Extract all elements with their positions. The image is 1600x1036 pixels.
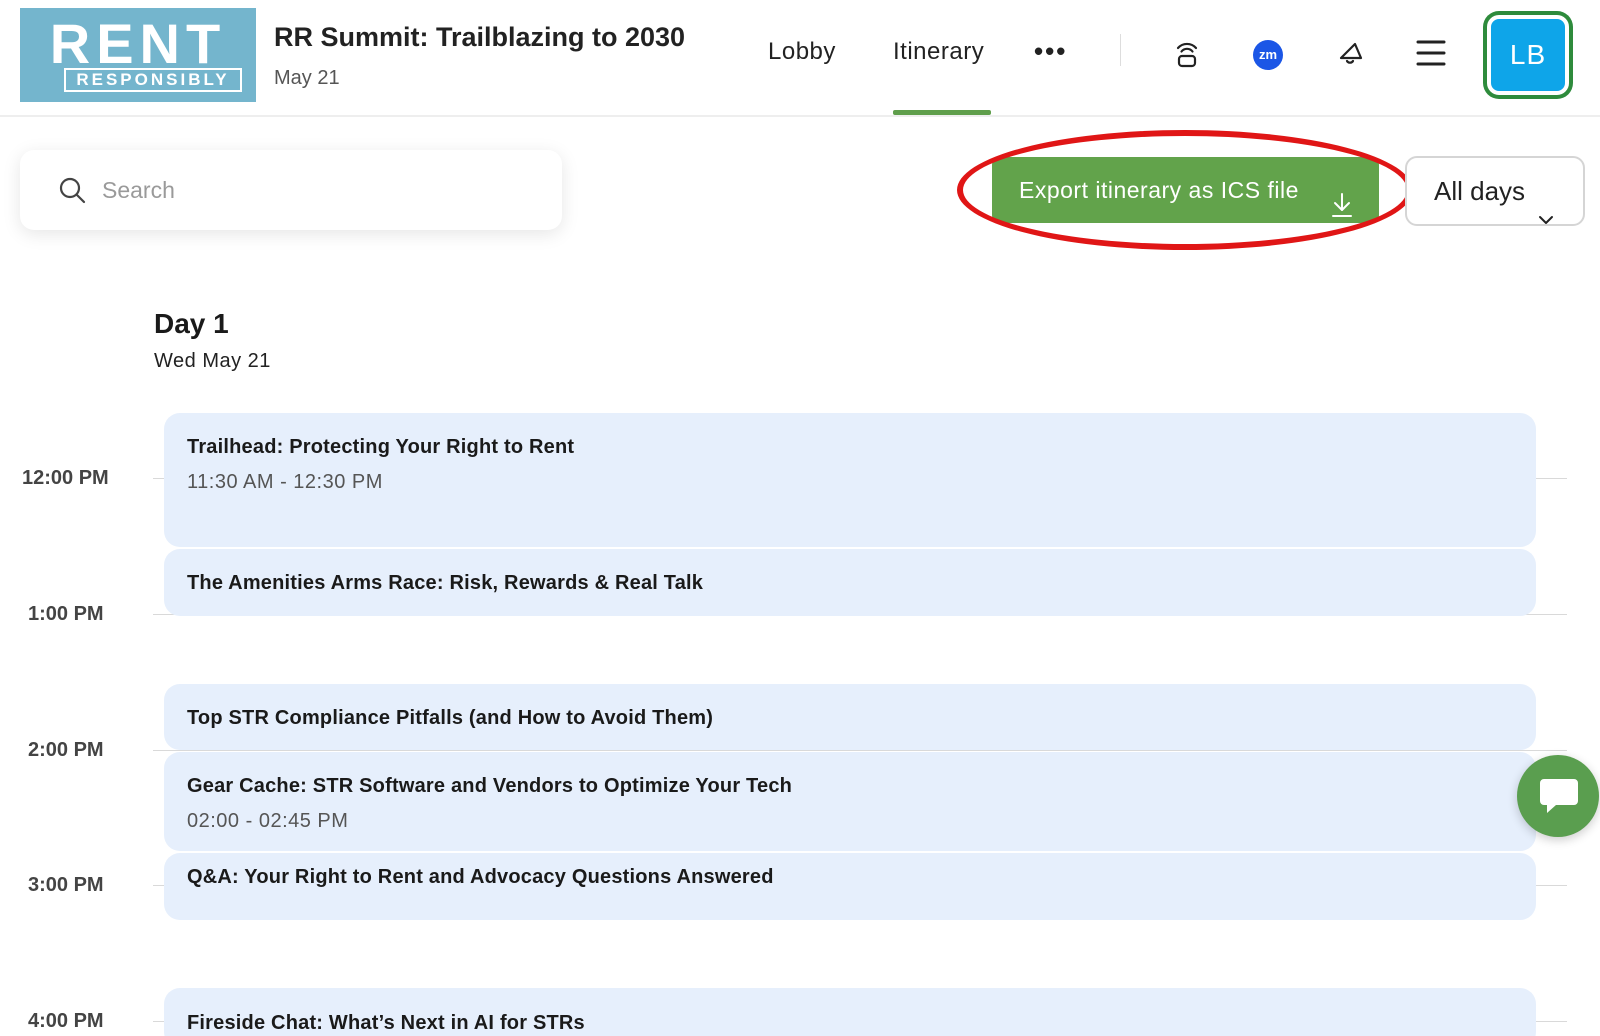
announcement-icon[interactable]	[1334, 36, 1368, 70]
days-filter-dropdown[interactable]: All days	[1405, 156, 1585, 226]
chevron-down-icon	[1537, 184, 1555, 224]
app-header: RENT RESPONSIBLY RR Summit: Trailblazing…	[0, 0, 1600, 117]
session-card[interactable]: Gear Cache: STR Software and Vendors to …	[164, 752, 1536, 851]
hour-label: 4:00 PM	[28, 1010, 104, 1032]
hour-label: 12:00 PM	[22, 467, 109, 489]
session-card[interactable]: Q&A: Your Right to Rent and Advocacy Que…	[164, 853, 1536, 920]
user-avatar[interactable]: LB	[1487, 15, 1569, 95]
hour-gridline	[153, 750, 1567, 751]
session-card[interactable]: Trailhead: Protecting Your Right to Rent…	[164, 413, 1536, 547]
chat-bubble-icon	[1538, 775, 1580, 817]
more-tabs-button[interactable]: •••	[1034, 36, 1067, 67]
export-ics-button[interactable]: Export itinerary as ICS file	[992, 157, 1379, 223]
day-date: Wed May 21	[154, 350, 271, 372]
event-date: May 21	[274, 67, 340, 89]
event-title: RR Summit: Trailblazing to 2030	[274, 22, 686, 52]
logo-text-rent: RENT	[49, 12, 227, 75]
header-divider	[1120, 34, 1121, 66]
session-title: Q&A: Your Right to Rent and Advocacy Que…	[187, 866, 774, 888]
day-title: Day 1	[154, 308, 229, 339]
chat-button[interactable]	[1517, 755, 1599, 837]
search-input[interactable]	[102, 172, 522, 208]
hour-label: 3:00 PM	[28, 874, 104, 896]
download-icon	[1330, 177, 1354, 217]
session-title: Fireside Chat: What’s Next in AI for STR…	[187, 1012, 585, 1034]
active-tab-indicator	[893, 110, 991, 115]
session-title: Gear Cache: STR Software and Vendors to …	[187, 775, 793, 797]
session-time: 11:30 AM - 12:30 PM	[187, 471, 383, 493]
hour-label: 2:00 PM	[28, 739, 104, 761]
stream-icon[interactable]	[1170, 36, 1204, 70]
session-card[interactable]: The Amenities Arms Race: Risk, Rewards &…	[164, 549, 1536, 616]
rent-responsibly-logo[interactable]: RENT RESPONSIBLY	[20, 8, 256, 102]
menu-icon[interactable]	[1414, 36, 1448, 70]
session-title: The Amenities Arms Race: Risk, Rewards &…	[187, 572, 704, 594]
session-card[interactable]: Top STR Compliance Pitfalls (and How to …	[164, 684, 1536, 750]
days-filter-value: All days	[1434, 176, 1526, 206]
session-card[interactable]: Fireside Chat: What’s Next in AI for STR…	[164, 988, 1536, 1036]
session-title: Trailhead: Protecting Your Right to Rent	[187, 436, 575, 458]
logo-text-responsibly: RESPONSIBLY	[64, 68, 242, 92]
zoom-icon[interactable]: zm	[1253, 40, 1283, 70]
hour-label: 1:00 PM	[28, 603, 104, 625]
session-title: Top STR Compliance Pitfalls (and How to …	[187, 707, 714, 729]
tab-lobby[interactable]: Lobby	[768, 38, 836, 66]
session-time: 02:00 - 02:45 PM	[187, 810, 349, 832]
tab-itinerary[interactable]: Itinerary	[893, 38, 984, 66]
search-icon	[58, 176, 86, 204]
export-ics-label: Export itinerary as ICS file	[1019, 177, 1299, 203]
search-box	[20, 150, 562, 230]
